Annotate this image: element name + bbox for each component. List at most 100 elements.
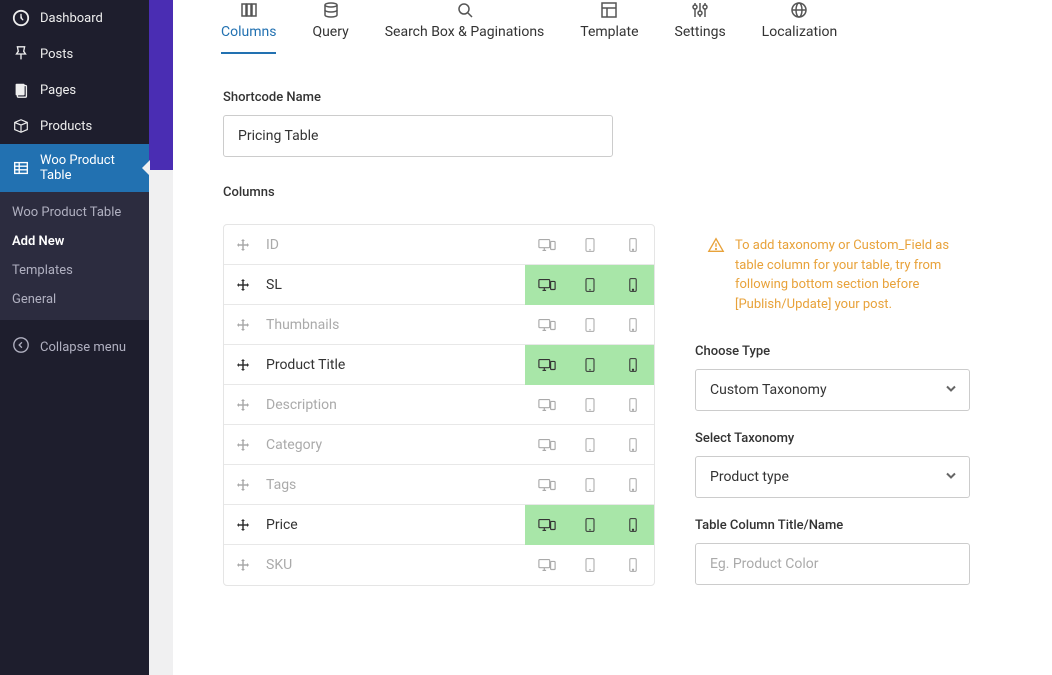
- mobile-toggle[interactable]: [611, 345, 654, 385]
- column-list: ID SLThumbnailsProduct Title Description Ca…: [223, 224, 655, 586]
- column-row[interactable]: Description: [224, 385, 654, 425]
- mobile-toggle[interactable]: [611, 465, 654, 505]
- column-title-label: Table Column Title/Name: [695, 518, 970, 533]
- drag-handle-icon[interactable]: [224, 437, 262, 453]
- sidebar-item-dashboard[interactable]: Dashboard: [0, 0, 149, 36]
- drag-handle-icon[interactable]: [224, 277, 262, 293]
- mobile-toggle[interactable]: [611, 265, 654, 305]
- tab-label: Settings: [675, 24, 726, 40]
- column-row[interactable]: SL: [224, 265, 654, 305]
- mobile-toggle[interactable]: [611, 505, 654, 545]
- column-row[interactable]: ID: [224, 225, 654, 265]
- tab-label: Columns: [221, 24, 276, 40]
- mobile-toggle[interactable]: [611, 305, 654, 345]
- drag-handle-icon[interactable]: [224, 357, 262, 373]
- column-name: Tags: [262, 477, 525, 493]
- sidebar-item-pages[interactable]: Pages: [0, 72, 149, 108]
- warning-icon: [707, 236, 725, 254]
- mobile-toggle[interactable]: [611, 545, 654, 585]
- drag-handle-icon[interactable]: [224, 237, 262, 253]
- tablet-toggle[interactable]: [568, 465, 611, 505]
- products-icon: [12, 117, 30, 135]
- tab-settings[interactable]: Settings: [657, 0, 744, 54]
- drag-handle-icon[interactable]: [224, 477, 262, 493]
- sidebar-item-label: Pages: [40, 83, 76, 98]
- submenu-item-woo-product-table[interactable]: Woo Product Table: [0, 198, 149, 227]
- column-name: SKU: [262, 557, 525, 573]
- column-row[interactable]: Thumbnails: [224, 305, 654, 345]
- column-row[interactable]: Price: [224, 505, 654, 545]
- tablet-toggle[interactable]: [568, 345, 611, 385]
- tablet-toggle[interactable]: [568, 265, 611, 305]
- desktop-toggle[interactable]: [525, 385, 568, 425]
- tab-query[interactable]: Query: [294, 0, 366, 54]
- sidebar-item-woo-product-table[interactable]: Woo Product Table: [0, 144, 149, 192]
- collapse-menu-button[interactable]: Collapse menu: [0, 326, 149, 368]
- tab-label: Search Box & Paginations: [385, 24, 545, 40]
- tablet-toggle[interactable]: [568, 545, 611, 585]
- tab-localization[interactable]: Localization: [744, 0, 856, 54]
- shortcode-name-input[interactable]: [223, 115, 613, 157]
- table-icon: [12, 159, 30, 177]
- mobile-toggle[interactable]: [611, 425, 654, 465]
- desktop-toggle[interactable]: [525, 265, 568, 305]
- submenu-item-add-new[interactable]: Add New: [0, 227, 149, 256]
- tab-template[interactable]: Template: [562, 0, 656, 54]
- desktop-toggle[interactable]: [525, 465, 568, 505]
- sidebar-item-posts[interactable]: Posts: [0, 36, 149, 72]
- tablet-toggle[interactable]: [568, 505, 611, 545]
- tab-label: Localization: [762, 24, 838, 40]
- select-taxonomy-select[interactable]: Product type: [695, 456, 970, 498]
- tablet-toggle[interactable]: [568, 225, 611, 265]
- collapse-icon: [12, 336, 30, 358]
- sidebar-item-label: Posts: [40, 47, 73, 62]
- tablet-toggle[interactable]: [568, 305, 611, 345]
- submenu-item-templates[interactable]: Templates: [0, 256, 149, 285]
- desktop-toggle[interactable]: [525, 225, 568, 265]
- desktop-toggle[interactable]: [525, 305, 568, 345]
- tab-search-pagination[interactable]: Search Box & Paginations: [367, 0, 563, 54]
- content-area: Shortcode Name Columns IDSLThumbnailsPro…: [173, 55, 1052, 675]
- column-row[interactable]: SKU: [224, 545, 654, 585]
- right-panel: To add taxonomy or Custom_Field as table…: [695, 224, 970, 585]
- sidebar-item-label: Products: [40, 119, 92, 134]
- sidebar-item-label: Woo Product Table: [40, 153, 137, 183]
- columns-icon: [237, 0, 261, 20]
- drag-handle-icon[interactable]: [224, 517, 262, 533]
- tab-columns[interactable]: Columns: [203, 0, 294, 54]
- tab-label: Template: [580, 24, 638, 40]
- submenu-item-general[interactable]: General: [0, 285, 149, 314]
- choose-type-label: Choose Type: [695, 344, 970, 359]
- column-row[interactable]: Product Title: [224, 345, 654, 385]
- column-title-input[interactable]: [695, 543, 970, 585]
- sidebar: Dashboard Posts Pages Products Woo Produ…: [0, 0, 149, 675]
- tablet-toggle[interactable]: [568, 425, 611, 465]
- drag-handle-icon[interactable]: [224, 317, 262, 333]
- mobile-toggle[interactable]: [611, 225, 654, 265]
- desktop-toggle[interactable]: [525, 545, 568, 585]
- column-row[interactable]: Tags: [224, 465, 654, 505]
- warning-box: To add taxonomy or Custom_Field as table…: [695, 224, 970, 326]
- column-name: Price: [262, 517, 525, 533]
- column-row[interactable]: Category: [224, 425, 654, 465]
- warning-text: To add taxonomy or Custom_Field as table…: [735, 236, 958, 314]
- drag-handle-icon[interactable]: [224, 397, 262, 413]
- column-name: ID: [262, 237, 525, 253]
- template-icon: [597, 0, 621, 20]
- desktop-toggle[interactable]: [525, 345, 568, 385]
- drag-handle-icon[interactable]: [224, 557, 262, 573]
- tablet-toggle[interactable]: [568, 385, 611, 425]
- column-name: Description: [262, 397, 525, 413]
- desktop-toggle[interactable]: [525, 505, 568, 545]
- sidebar-item-products[interactable]: Products: [0, 108, 149, 144]
- desktop-toggle[interactable]: [525, 425, 568, 465]
- pin-icon: [12, 45, 30, 63]
- tabs-bar: Columns Query Search Box & Paginations T…: [173, 0, 1052, 55]
- settings-icon: [688, 0, 712, 20]
- sidebar-item-label: Dashboard: [40, 11, 103, 26]
- mobile-toggle[interactable]: [611, 385, 654, 425]
- pages-icon: [12, 81, 30, 99]
- search-icon: [453, 0, 477, 20]
- shortcode-name-label: Shortcode Name: [223, 90, 1002, 105]
- choose-type-select[interactable]: Custom Taxonomy: [695, 369, 970, 411]
